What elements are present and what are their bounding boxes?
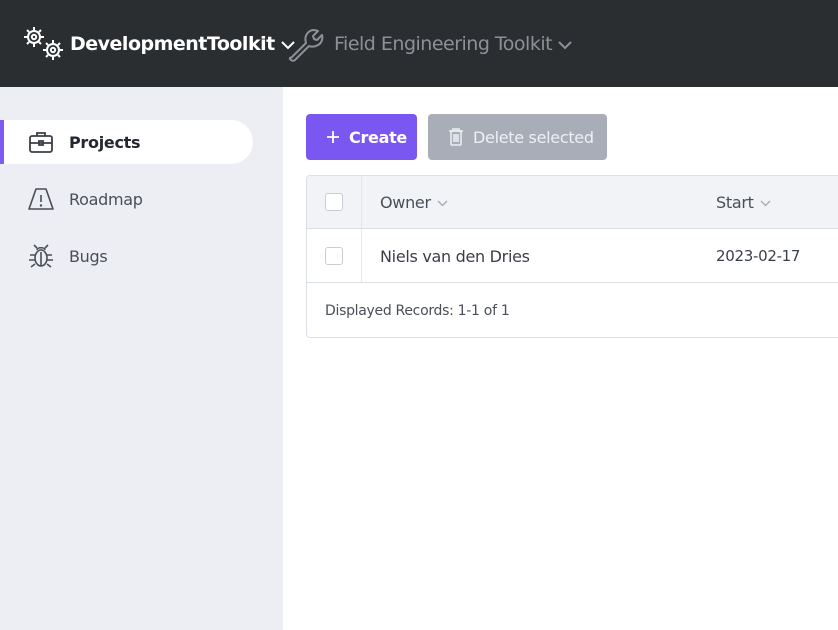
gears-icon (22, 24, 68, 64)
sidebar-item-bugs[interactable]: Bugs (0, 234, 253, 278)
sidebar: Projects Roadmap Bugs (0, 87, 283, 630)
sidebar-item-label: Roadmap (69, 189, 143, 209)
column-header-start[interactable]: Start (716, 176, 771, 229)
app-name: Field Engineering Toolkit (334, 32, 553, 55)
chevron-down-icon (437, 200, 448, 207)
app-switcher-development-toolkit[interactable]: DevelopmentToolkit (22, 0, 295, 87)
warning-icon (27, 185, 55, 213)
displayed-records-text: Displayed Records: 1-1 of 1 (325, 302, 510, 319)
cell-owner: Niels van den Dries (380, 246, 530, 266)
plus-icon (326, 130, 340, 144)
chevron-down-icon (760, 200, 771, 207)
row-select-checkbox[interactable] (325, 246, 343, 265)
delete-button-label: Delete selected (473, 127, 594, 147)
briefcase-icon (27, 128, 55, 156)
select-all-cell (307, 176, 362, 228)
table-header-row: Owner Start (307, 176, 838, 229)
app-switcher-field-engineering-toolkit[interactable]: Field Engineering Toolkit (288, 0, 572, 87)
select-all-checkbox[interactable] (325, 193, 343, 211)
create-button[interactable]: Create (306, 114, 417, 160)
create-button-label: Create (349, 127, 407, 147)
row-select-cell (307, 229, 362, 282)
delete-selected-button[interactable]: Delete selected (428, 114, 607, 160)
column-header-owner[interactable]: Owner (380, 176, 448, 229)
column-header-label: Owner (380, 193, 431, 212)
trash-icon (448, 128, 464, 146)
cell-start: 2023-02-17 (716, 247, 801, 265)
sidebar-item-projects[interactable]: Projects (0, 120, 253, 164)
wrench-icon (288, 26, 324, 62)
top-navigation-bar: DevelopmentToolkit Field Engineering Too… (0, 0, 838, 87)
sidebar-item-label: Projects (69, 132, 141, 152)
table-row[interactable]: Niels van den Dries 2023-02-17 (307, 229, 838, 283)
records-table: Owner Start Niels van den Dries 2023-02-… (306, 175, 838, 338)
app-name: DevelopmentToolkit (70, 32, 275, 55)
column-header-label: Start (716, 193, 754, 212)
sidebar-item-label: Bugs (69, 246, 108, 266)
chevron-down-icon (558, 41, 572, 50)
bug-icon (27, 242, 55, 270)
sidebar-item-roadmap[interactable]: Roadmap (0, 177, 253, 221)
